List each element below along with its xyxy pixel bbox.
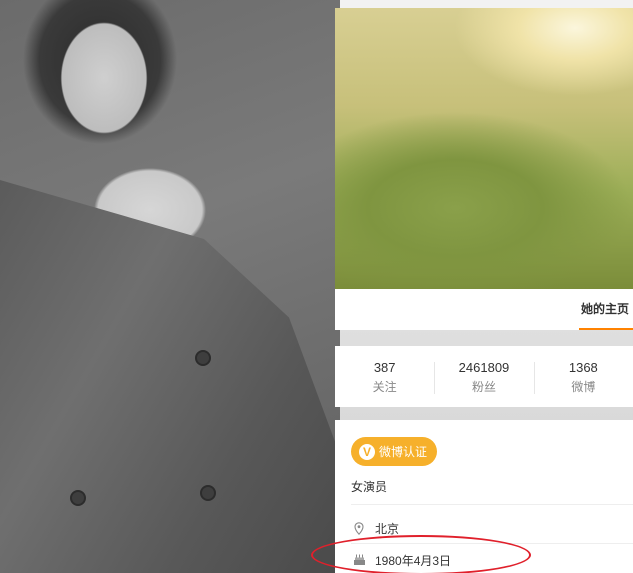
stats-card: 387 关注 2461809 粉丝 1368 微博 [335, 346, 633, 407]
red-highlight-circle [311, 535, 531, 573]
stat-posts[interactable]: 1368 微博 [533, 358, 633, 396]
stat-followers[interactable]: 2461809 粉丝 [434, 358, 533, 396]
verified-badge-label: 微博认证 [379, 445, 428, 459]
stat-value: 1368 [568, 359, 598, 375]
coat-button-decoration [195, 350, 211, 366]
stat-following[interactable]: 387 关注 [335, 358, 434, 396]
coat-button-decoration [70, 490, 86, 506]
profile-cover-card: 她的主页 [335, 8, 633, 330]
cover-image [335, 8, 633, 289]
verified-v-icon: V [359, 443, 375, 460]
stat-value: 2461809 [458, 359, 510, 375]
weibo-verified-badge[interactable]: V 微博认证 [351, 437, 437, 466]
location-text: 北京 [375, 521, 400, 536]
coat-button-decoration [200, 485, 216, 501]
tab-her-homepage[interactable]: 她的主页 [579, 289, 633, 330]
stat-value: 387 [373, 359, 396, 375]
stat-label: 关注 [372, 379, 397, 394]
stat-label: 粉丝 [471, 379, 496, 394]
stat-label: 微博 [571, 379, 596, 394]
occupation-text: 女演员 [351, 480, 388, 494]
divider [351, 504, 633, 505]
location-pin-icon [351, 521, 367, 535]
